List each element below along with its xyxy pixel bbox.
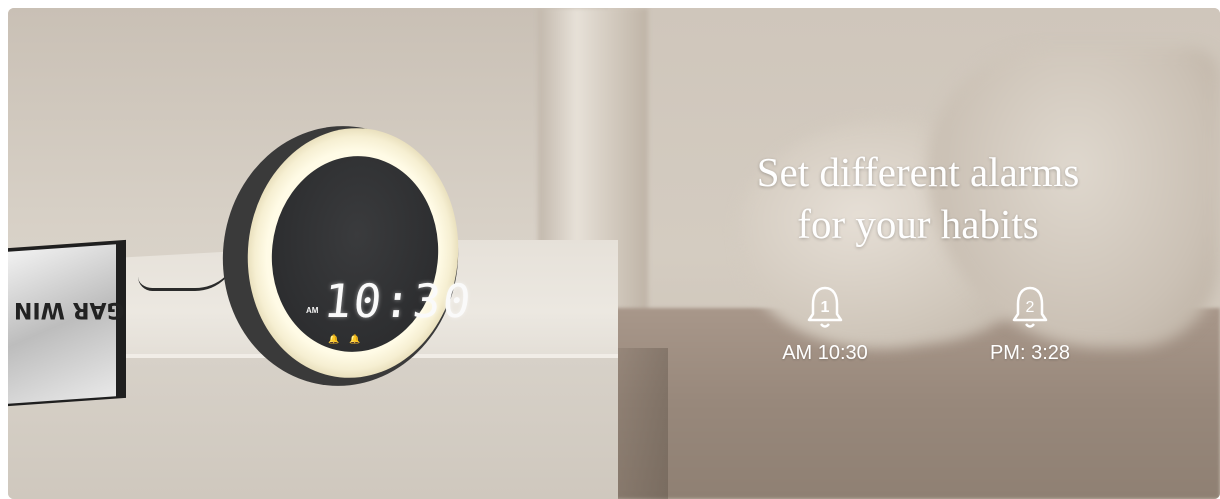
bedroom-scene-photo: GAR WIN AM 10:30 🔔🔔 [8, 8, 1220, 499]
alarm-2: 2 PM: 3:28 [960, 284, 1100, 365]
clock-alarm-indicators: 🔔🔔 [328, 334, 371, 344]
bell-icon: 1 [807, 286, 843, 328]
alarm-1-number: 1 [821, 299, 830, 316]
product-banner: GAR WIN AM 10:30 🔔🔔 Set different alarms… [8, 8, 1220, 499]
alarm-1: 1 AM 10:30 [755, 284, 895, 365]
alarm-1-time: AM 10:30 [782, 342, 868, 364]
headline: Set different alarms for your habits [708, 146, 1128, 250]
alarm-2-number: 2 [1026, 299, 1035, 316]
headline-line-2: for your habits [797, 201, 1039, 247]
clock-meridiem: AM [306, 306, 319, 315]
book-title: GAR WIN [14, 297, 125, 322]
book-cover [8, 244, 116, 404]
clock-time-display: 10:30 [321, 274, 476, 328]
headline-line-1: Set different alarms [756, 149, 1080, 195]
alarm-2-time: PM: 3:28 [989, 342, 1071, 364]
bell-icon: 2 [1012, 286, 1048, 328]
